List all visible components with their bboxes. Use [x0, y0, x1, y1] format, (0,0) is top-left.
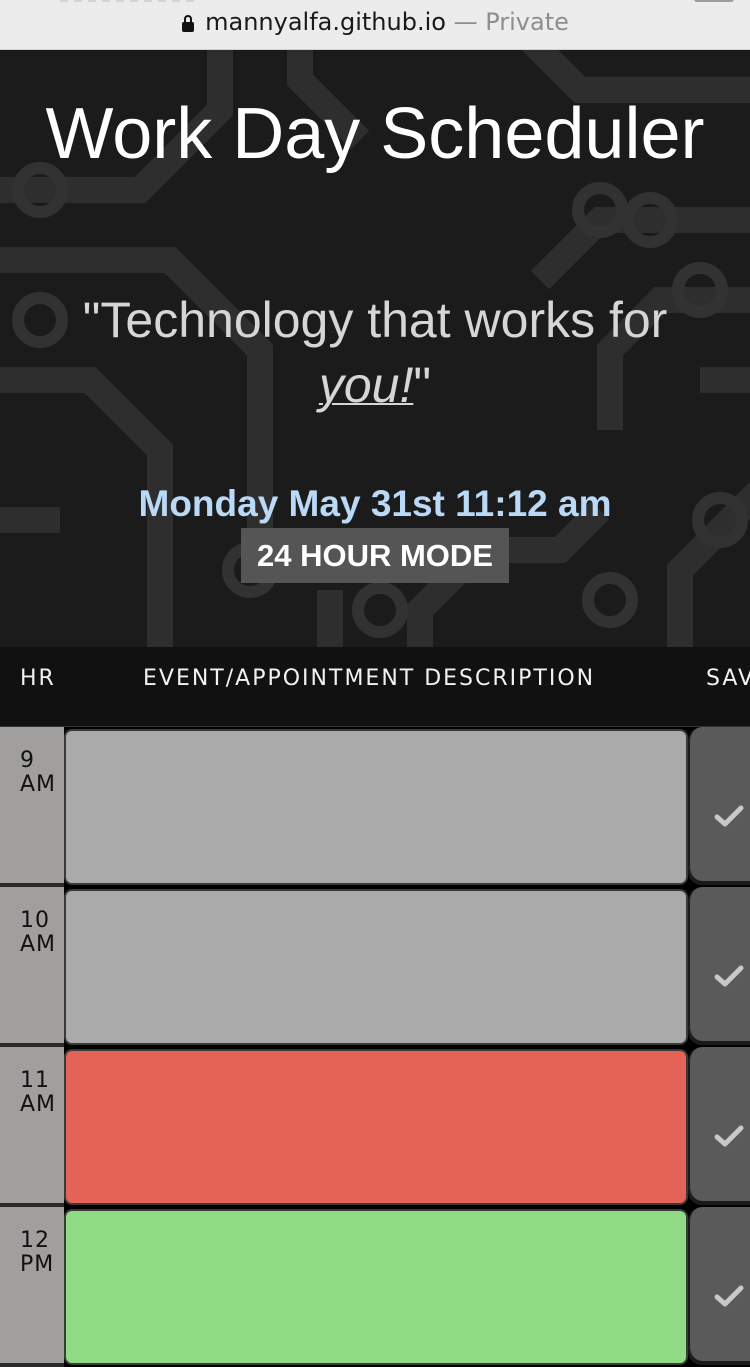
time-block-row: 11 AM — [0, 1047, 750, 1207]
save-button[interactable] — [688, 1207, 750, 1365]
check-icon — [714, 1125, 744, 1147]
url-domain: mannyalfa.github.io — [205, 8, 446, 36]
url-display[interactable]: mannyalfa.github.io — Private — [0, 8, 750, 36]
hour-label: 10 AM — [0, 887, 64, 1047]
hour-label: 11 AM — [0, 1047, 64, 1207]
hour-period: AM — [20, 932, 57, 957]
save-button[interactable] — [688, 1047, 750, 1205]
status-bar-fragment — [60, 0, 200, 2]
tagline-text: "Technology that works for — [82, 292, 668, 348]
time-block-row: 12 PM — [0, 1207, 750, 1367]
hour-number: 11 — [20, 1068, 50, 1093]
tagline: "Technology that works for you!" — [40, 288, 710, 418]
browser-url-bar[interactable]: mannyalfa.github.io — Private — [0, 0, 750, 50]
column-header-hour: HR — [20, 666, 56, 691]
event-description-input[interactable] — [64, 729, 688, 885]
check-icon — [714, 805, 744, 827]
status-bar-fragment — [694, 0, 734, 2]
hour-period: PM — [20, 1252, 55, 1277]
save-button[interactable] — [688, 887, 750, 1045]
current-datetime: Monday May 31st 11:12 am — [138, 483, 612, 524]
schedule-header: HR EVENT/APPOINTMENT DESCRIPTION SAV — [0, 647, 750, 727]
column-header-save: SAV — [706, 666, 750, 691]
hour-label: 12 PM — [0, 1207, 64, 1367]
jumbotron: Work Day Scheduler "Technology that work… — [0, 50, 750, 647]
check-icon — [714, 1285, 744, 1307]
hour-period: AM — [20, 1092, 57, 1117]
tagline-end: " — [413, 357, 432, 413]
event-description-input[interactable] — [64, 1049, 688, 1205]
lock-icon — [182, 15, 195, 32]
hour-number: 9 — [20, 748, 35, 773]
column-header-description: EVENT/APPOINTMENT DESCRIPTION — [143, 666, 596, 691]
page-title: Work Day Scheduler — [45, 94, 705, 174]
url-separator: — — [445, 8, 486, 36]
check-icon — [714, 965, 744, 987]
event-description-input[interactable] — [64, 1209, 688, 1365]
time-block-row: 9 AM — [0, 727, 750, 887]
private-label: Private — [485, 8, 569, 36]
hour-number: 12 — [20, 1228, 50, 1253]
hour-number: 10 — [20, 908, 50, 933]
hour-label: 9 AM — [0, 727, 64, 887]
hour-period: AM — [20, 772, 57, 797]
24-hour-mode-button[interactable]: 24 HOUR MODE — [241, 528, 509, 583]
event-description-input[interactable] — [64, 889, 688, 1045]
time-block-row: 10 AM — [0, 887, 750, 1047]
save-button[interactable] — [688, 727, 750, 885]
tagline-emphasis: you! — [318, 357, 414, 413]
